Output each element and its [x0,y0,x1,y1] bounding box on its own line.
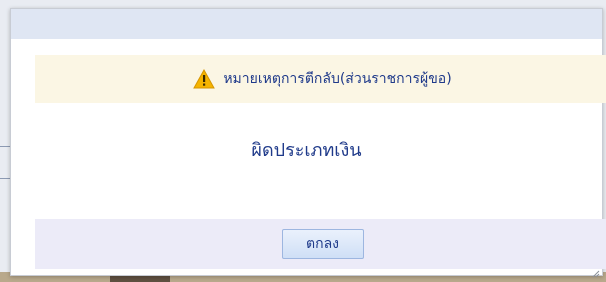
dialog-titlebar[interactable] [11,9,602,39]
warning-bar: หมายเหตุการตีกลับ(ส่วนราชการผู้ขอ) [35,55,606,103]
warning-triangle-icon [193,68,216,89]
resize-grip-icon[interactable] [590,263,600,278]
alert-dialog: หมายเหตุการตีกลับ(ส่วนราชการผู้ขอ) ผิดปร… [10,8,606,278]
warning-text: หมายเหตุการตีกลับ(ส่วนราชการผู้ขอ) [223,71,452,87]
dialog-footer: ตกลง [35,219,606,269]
dialog-message: ผิดประเภทเงิน [251,140,362,161]
ok-button[interactable]: ตกลง [281,229,364,259]
